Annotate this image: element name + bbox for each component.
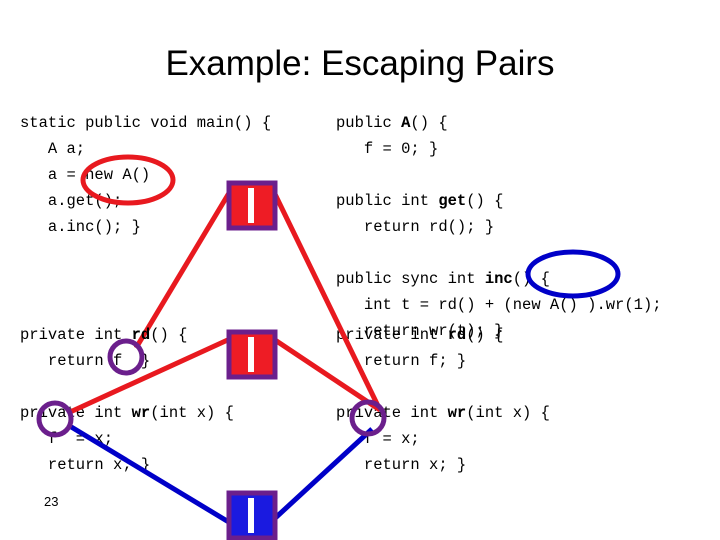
slide-canvas: Example: Escaping Pairs static public vo… <box>0 0 720 540</box>
page-number: 23 <box>44 494 59 509</box>
page-title: Example: Escaping Pairs <box>165 44 555 83</box>
bold-token-get: get <box>438 192 467 210</box>
object-node-bottom-body <box>226 490 278 540</box>
object-node-middle[interactable] <box>226 329 278 380</box>
bold-token-right-rd: rd <box>447 326 467 344</box>
object-node-bottom-stripe <box>248 498 254 533</box>
code-text-main: static public void main() { A a; a = new… <box>20 114 272 236</box>
object-node-middle-body <box>226 329 278 380</box>
bold-token-inc: inc <box>484 270 513 288</box>
code-block-main: static public void main() { A a; a = new… <box>20 110 271 240</box>
bold-overlay-left-wr: private int wr <box>20 400 151 426</box>
bold-overlay-inc: public sync int inc <box>336 266 513 292</box>
bold-overlay-get: public int get <box>336 188 466 214</box>
bold-token-left-wr: wr <box>131 404 151 422</box>
bold-overlay-class-a: public A <box>336 110 410 136</box>
code-text-class-a: public A() { f = 0; } public int get() {… <box>336 114 662 340</box>
code-block-class-a: public A() { f = 0; } public int get() {… <box>336 110 662 344</box>
bold-token-left-rd: rd <box>131 326 151 344</box>
bold-token-right-wr: wr <box>447 404 467 422</box>
object-node-middle-stripe <box>248 337 254 372</box>
bold-overlay-right-wr: private int wr <box>336 400 467 426</box>
bold-overlay-right-rd: private int rd <box>336 322 467 348</box>
object-node-bottom[interactable] <box>226 490 278 540</box>
bold-overlay-left-rd: private int rd <box>20 322 151 348</box>
bold-token-constructor-a: A <box>401 114 411 132</box>
